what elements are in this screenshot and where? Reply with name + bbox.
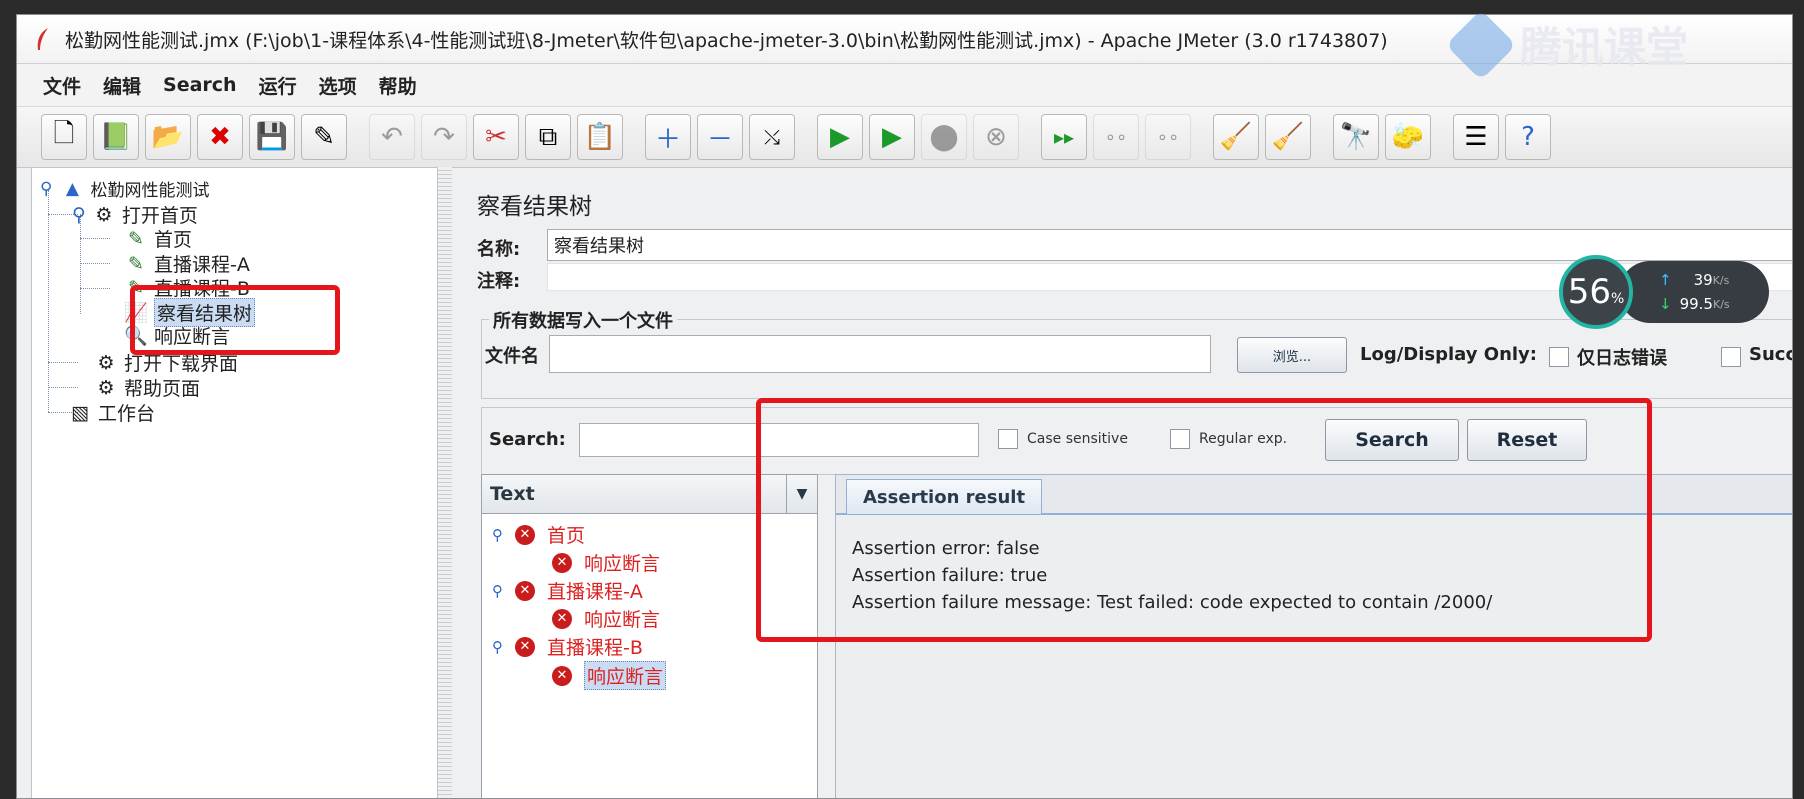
gear-icon: ⚙ <box>95 203 113 226</box>
error-icon: ✕ <box>515 580 535 601</box>
errors-only-label: 仅日志错误 <box>1577 348 1667 369</box>
test-plan-tree: ⚲ ▲ 松勤网性能测试 ⚲ ⚙ 打开首页 ✎ 首页 ✎ 直播课程-A ✎ 直播课… <box>31 167 438 798</box>
copy-icon[interactable]: ⧉ <box>525 114 571 160</box>
function-helper-icon[interactable]: ☰ <box>1453 114 1499 160</box>
undo-icon[interactable]: ↶ <box>369 114 415 160</box>
save-icon[interactable]: 💾 <box>249 114 295 160</box>
menu-help[interactable]: 帮助 <box>379 72 417 99</box>
jmeter-feather-icon <box>37 28 48 50</box>
workbench-icon: ▧ <box>71 401 89 424</box>
browse-button[interactable]: 浏览... <box>1237 337 1347 373</box>
tencent-classroom-watermark: 腾讯课堂 <box>1445 9 1688 80</box>
result-row[interactable]: ⚲ ✕ 首页 <box>492 521 585 548</box>
stop-icon[interactable]: ⬤ <box>921 114 967 160</box>
pipette-icon: ✎ <box>128 227 144 250</box>
cut-icon[interactable]: ✂ <box>473 114 519 160</box>
highlight-box-tree <box>130 285 340 355</box>
menu-file[interactable]: 文件 <box>43 72 81 99</box>
menu-search[interactable]: Search <box>163 74 237 96</box>
error-icon: ✕ <box>552 552 572 573</box>
menu-options[interactable]: 选项 <box>319 72 357 99</box>
upload-speed: ↑ 39 K/s <box>1659 271 1730 289</box>
clear-icon[interactable]: 🧹 <box>1213 114 1259 160</box>
error-icon: ✕ <box>515 524 535 545</box>
shutdown-icon[interactable]: ⊗ <box>973 114 1019 160</box>
errors-only-checkbox[interactable] <box>1549 347 1569 367</box>
result-row[interactable]: ✕ 响应断言 <box>552 661 667 690</box>
tree-sampler-live-a[interactable]: ✎ 直播课程-A <box>124 250 250 277</box>
network-speed-widget: ↑ 39 K/s ↓ 99.5 K/s 56% <box>1559 255 1771 329</box>
close-icon[interactable]: ✖ <box>197 114 243 160</box>
remote-shutdown-icon[interactable]: ∘∘ <box>1145 114 1191 160</box>
new-icon[interactable]: 🗋 <box>41 114 87 160</box>
remote-stop-icon[interactable]: ∘∘ <box>1093 114 1139 160</box>
result-row[interactable]: ⚲ ✕ 直播课程-A <box>492 577 643 604</box>
tree-root[interactable]: ⚲ ▲ 松勤网性能测试 <box>40 176 209 202</box>
templates-icon[interactable]: 📗 <box>93 114 139 160</box>
successes-checkbox[interactable] <box>1721 347 1741 367</box>
filename-input[interactable] <box>549 335 1211 373</box>
tree-workbench[interactable]: ▧ 工作台 <box>68 399 155 426</box>
reset-search-icon[interactable]: 🧽 <box>1385 114 1431 160</box>
usage-gauge: 56% <box>1559 255 1633 329</box>
clear-all-icon[interactable]: 🧹 <box>1265 114 1311 160</box>
group-title: 所有数据写入一个文件 <box>489 307 677 333</box>
menu-run[interactable]: 运行 <box>259 72 297 99</box>
flask-icon: ▲ <box>65 178 79 199</box>
remote-start-icon[interactable]: ▸▸ <box>1041 114 1087 160</box>
menu-edit[interactable]: 编辑 <box>103 72 141 99</box>
result-row[interactable]: ✕ 响应断言 <box>552 605 660 632</box>
result-row[interactable]: ✕ 响应断言 <box>552 549 660 576</box>
error-icon: ✕ <box>552 608 572 629</box>
save-as-icon[interactable]: ✎ <box>301 114 347 160</box>
arrow-down-icon: ↓ <box>1659 295 1672 313</box>
tree-thread-group-1[interactable]: ⚲ ⚙ 打开首页 <box>72 201 198 228</box>
toggle-icon[interactable]: ⤯ <box>749 114 795 160</box>
help-icon[interactable]: ? <box>1505 114 1551 160</box>
search-icon[interactable]: 🔭 <box>1333 114 1379 160</box>
comment-label: 注释: <box>477 271 521 292</box>
paste-icon[interactable]: 📋 <box>577 114 623 160</box>
gear-icon: ⚙ <box>97 376 115 399</box>
redo-icon[interactable]: ↷ <box>421 114 467 160</box>
error-icon: ✕ <box>515 636 535 657</box>
highlight-box-assertion <box>756 398 1652 642</box>
result-row[interactable]: ⚲ ✕ 直播课程-B <box>492 633 643 660</box>
search-label: Search: <box>489 429 566 450</box>
log-display-label: Log/Display Only: <box>1360 344 1537 365</box>
panel-heading: 察看结果树 <box>477 194 592 220</box>
expand-icon[interactable]: ＋ <box>645 114 691 160</box>
gear-icon: ⚙ <box>97 351 115 374</box>
start-icon[interactable]: ▶ <box>817 114 863 160</box>
speed-pill: ↑ 39 K/s ↓ 99.5 K/s <box>1619 261 1769 323</box>
pane-splitter[interactable] <box>438 167 452 797</box>
tencent-classroom-logo-icon <box>1445 9 1517 80</box>
arrow-up-icon: ↑ <box>1659 271 1672 289</box>
pipette-icon: ✎ <box>128 252 144 275</box>
collapse-icon[interactable]: － <box>697 114 743 160</box>
tree-thread-group-3[interactable]: ⚙ 帮助页面 <box>94 374 200 401</box>
tree-sampler-home[interactable]: ✎ 首页 <box>124 225 192 252</box>
toolbar: 🗋 📗 📂 ✖ 💾 ✎ ↶ ↷ ✂ ⧉ 📋 ＋ － ⤯ ▶ ▶ ⬤ ⊗ ▸▸ ∘… <box>17 107 1792 168</box>
download-speed: ↓ 99.5 K/s <box>1659 295 1730 313</box>
error-icon: ✕ <box>552 665 572 686</box>
successes-label: Succ <box>1749 344 1793 365</box>
open-icon[interactable]: 📂 <box>145 114 191 160</box>
filename-label: 文件名 <box>485 346 539 367</box>
start-no-pause-icon[interactable]: ▶ <box>869 114 915 160</box>
name-label: 名称: <box>477 239 521 260</box>
window-title: 松勤网性能测试.jmx (F:\job\1-课程体系\4-性能测试班\8-Jme… <box>65 29 1388 52</box>
